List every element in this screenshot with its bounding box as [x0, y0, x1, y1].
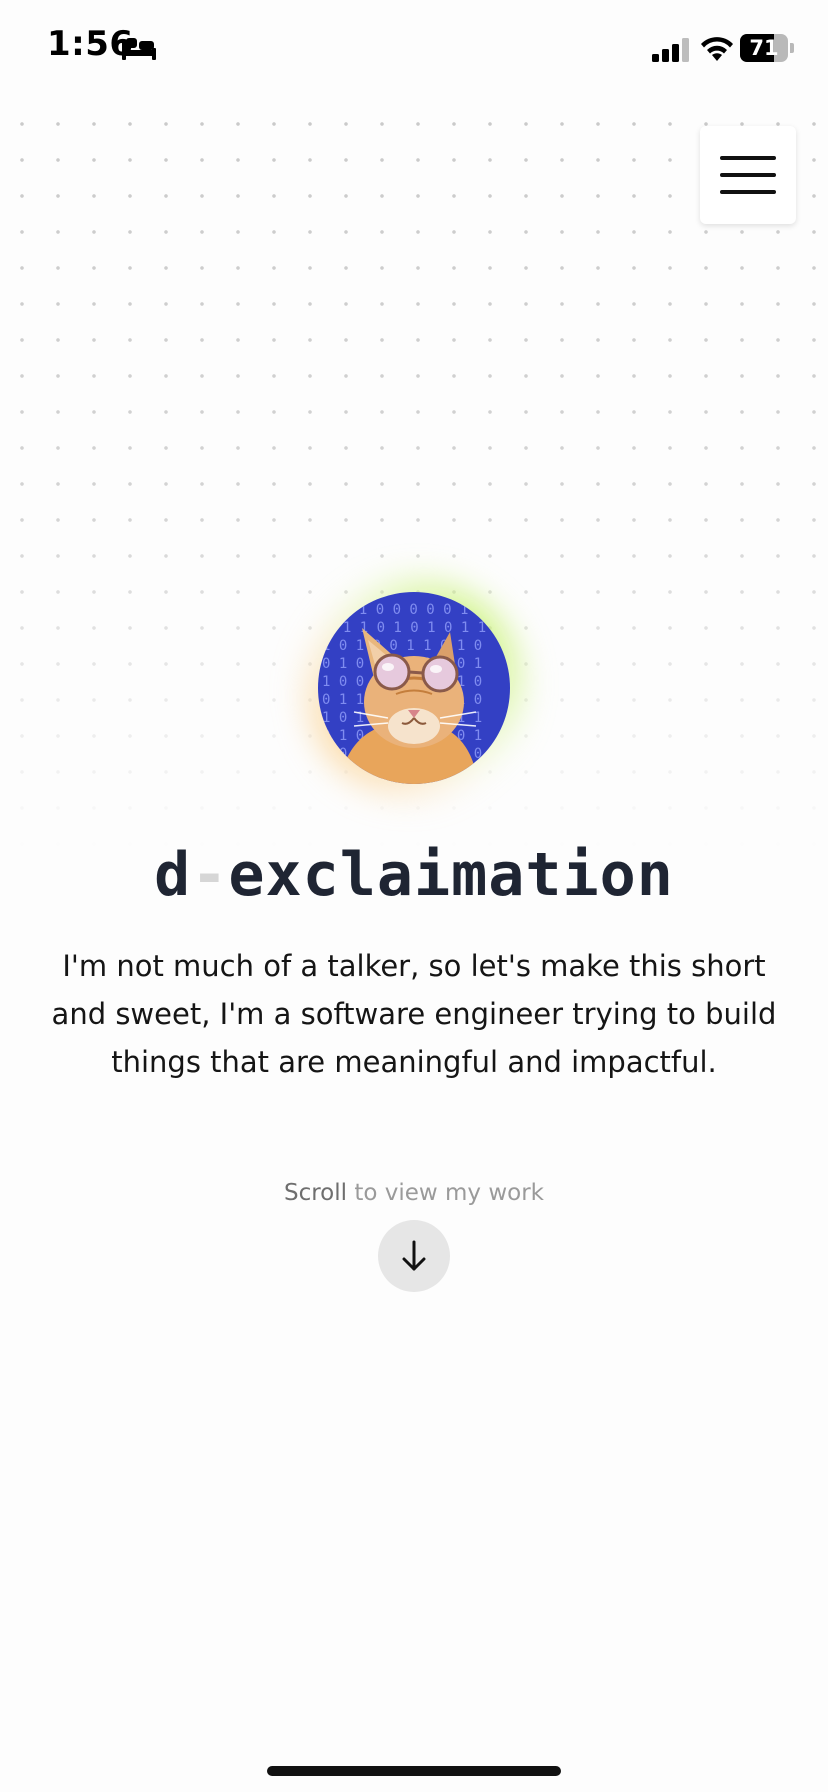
status-bar: 1:56 71 [0, 0, 828, 96]
menu-bar-bottom [720, 190, 776, 194]
status-time: 1:56 [47, 24, 134, 64]
scroll-hint: Scroll to view my work [0, 1180, 828, 1206]
site-title: d-exclaimation [0, 840, 828, 910]
cat-with-sunglasses-avatar: 0 1 0 0 0 0 0 1 0 0 1 1 0 1 0 1 0 1 1 1 … [318, 592, 510, 784]
avatar-container: 0 1 0 0 0 0 0 1 0 0 1 1 0 1 0 1 0 1 1 1 … [304, 578, 524, 798]
scroll-hint-keyword: Scroll [283, 1180, 348, 1206]
battery-cap [790, 43, 794, 53]
menu-bar-top [720, 156, 776, 160]
site-title-part2: exclaimation [228, 840, 674, 910]
cellular-signal-icon [652, 38, 689, 62]
svg-text:0 1 1 0 1 0 1 0 1 1: 0 1 1 0 1 0 1 0 1 1 [326, 620, 486, 636]
avatar: 0 1 0 0 0 0 0 1 0 0 1 1 0 1 0 1 0 1 1 1 … [318, 592, 510, 784]
scroll-hint-rest: to view my work [347, 1180, 545, 1206]
arrow-down-icon [402, 1240, 426, 1271]
bed-icon [122, 38, 156, 60]
wifi-icon [701, 37, 733, 61]
battery-body: 71 [740, 34, 788, 62]
battery-level: 71 [749, 36, 779, 60]
menu-button[interactable] [700, 126, 796, 224]
bio-text: I'm not much of a talker, so let's make … [51, 949, 777, 1079]
menu-bar-middle [720, 173, 776, 177]
battery-icon: 71 [740, 34, 794, 62]
site-title-dash: - [191, 840, 229, 910]
home-indicator [267, 1766, 561, 1776]
site-title-part1: d [154, 840, 192, 910]
scroll-down-button[interactable] [378, 1220, 450, 1292]
svg-text:1 0 1 0 0 1 1 0 1 0: 1 0 1 0 0 1 1 0 1 0 [322, 638, 482, 654]
